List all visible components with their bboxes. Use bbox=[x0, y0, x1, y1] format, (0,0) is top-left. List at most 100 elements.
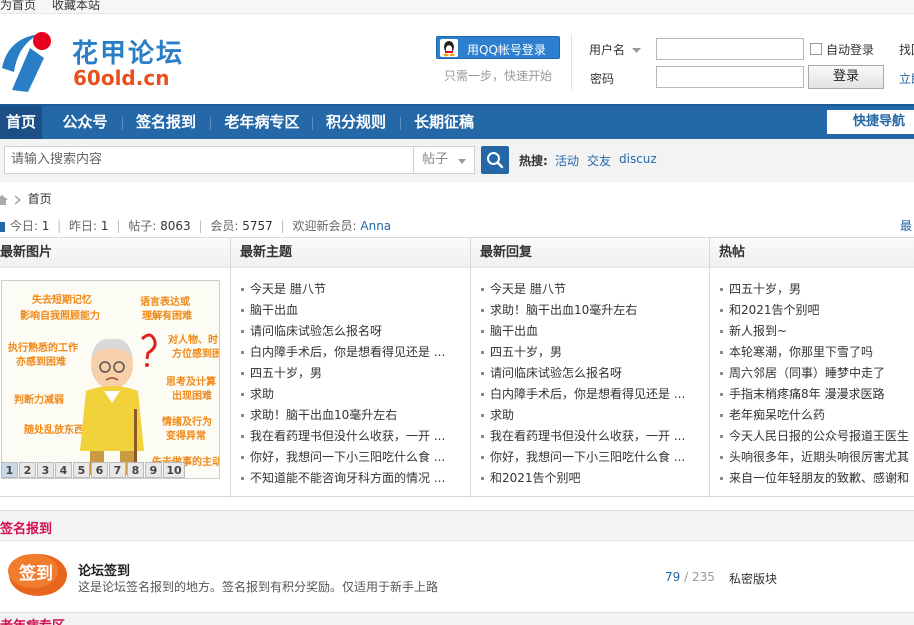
hot-post-link[interactable]: 今天人民日报的公众号报道王医生 bbox=[719, 426, 914, 447]
username-label: 用户名 bbox=[589, 41, 641, 58]
search-bar: 请输入搜索内容 帖子 热搜: 活动 交友 discuz bbox=[0, 139, 914, 182]
logo-title[interactable]: 花甲论坛 bbox=[72, 33, 184, 70]
portal-grid: 最新图片 最新主题 最新回复 热帖 失去短期记忆 影响自我照顾能力 语言表达或 … bbox=[0, 237, 914, 498]
logo-url[interactable]: 60old.cn bbox=[73, 66, 169, 90]
reply-link[interactable]: 请问临床试验怎么报名呀 bbox=[480, 363, 702, 384]
topic-link[interactable]: 你好，我想问一下小三阳吃什么食 ... bbox=[240, 447, 462, 468]
slideshow-page-button[interactable]: 8 bbox=[127, 462, 144, 478]
hot-post-link[interactable]: 和2021告个别吧 bbox=[719, 300, 914, 321]
hot-post-link[interactable]: 新人报到~ bbox=[719, 321, 914, 342]
hot-post-link[interactable]: 周六邻居（同事）睡梦中走了 bbox=[719, 363, 914, 384]
qq-login-button[interactable]: 用QQ帐号登录 bbox=[436, 36, 560, 59]
nav-call-for-papers[interactable]: 长期征稿 bbox=[408, 106, 480, 139]
hot-search-label: 热搜: bbox=[519, 154, 548, 168]
latest-replies-list: 今天是 腊八节 求助！脑干出血10毫升左右 脑干出血 四五十岁，男 请问临床试验怎么报名… bbox=[480, 279, 702, 489]
quick-nav-button[interactable]: 快捷导航 bbox=[827, 110, 914, 134]
auto-login-label[interactable]: 自动登录 bbox=[826, 41, 874, 58]
reply-link[interactable]: 今天是 腊八节 bbox=[480, 279, 702, 300]
qq-penguin-icon bbox=[440, 39, 458, 57]
hot-post-link[interactable]: 老年痴呆吃什么药 bbox=[719, 405, 914, 426]
today-count: 1 bbox=[41, 219, 50, 233]
reply-link[interactable]: 求助 bbox=[480, 405, 702, 426]
breadcrumb: 首页 bbox=[0, 190, 52, 207]
search-button[interactable] bbox=[481, 146, 509, 174]
find-password-link[interactable]: 找回 bbox=[899, 41, 914, 58]
image-slideshow[interactable]: 失去短期记忆 影响自我照顾能力 语言表达或 理解有困难 对人物、时 方位感到困 … bbox=[1, 280, 220, 479]
password-input[interactable] bbox=[656, 66, 804, 88]
reply-link[interactable]: 四五十岁，男 bbox=[480, 342, 702, 363]
latest-topics-list: 今天是 腊八节 脑干出血 请问临床试验怎么报名呀 白内障手术后，你是想看得见还是 ..… bbox=[240, 279, 462, 489]
reply-link[interactable]: 我在看药理书但没什么收获，一开 ... bbox=[480, 426, 702, 447]
register-link[interactable]: 立即 bbox=[899, 70, 914, 87]
welcome-label: 欢迎新会员: bbox=[292, 219, 357, 233]
next-section-title[interactable]: 老年病专区 bbox=[0, 615, 65, 625]
reply-link[interactable]: 脑干出血 bbox=[480, 321, 702, 342]
login-button[interactable]: 登录 bbox=[808, 65, 884, 89]
hot-link[interactable]: 活动 bbox=[555, 152, 579, 169]
password-label: 密码 bbox=[590, 72, 615, 86]
nav-divider bbox=[400, 117, 401, 130]
hot-post-link[interactable]: 手指末梢疼痛8年 漫漫求医路 bbox=[719, 384, 914, 405]
slideshow-pager: 1 2 3 4 5 6 7 8 9 10 bbox=[1, 462, 186, 479]
topic-link[interactable]: 我在看药理书但没什么收获，一开 ... bbox=[240, 426, 462, 447]
nav-home[interactable]: 首页 bbox=[0, 106, 42, 139]
reply-link[interactable]: 和2021告个别吧 bbox=[480, 468, 702, 489]
logo-icon[interactable] bbox=[0, 28, 62, 92]
hot-link[interactable]: 交友 bbox=[587, 152, 611, 169]
topic-link[interactable]: 求助 bbox=[240, 384, 462, 405]
topic-link[interactable]: 今天是 腊八节 bbox=[240, 279, 462, 300]
nav-points-rules[interactable]: 积分规则 bbox=[320, 106, 392, 139]
poster-text: 亦感到困难 bbox=[16, 355, 66, 368]
topic-link[interactable]: 求助！脑干出血10毫升左右 bbox=[240, 405, 462, 426]
breadcrumb-home[interactable]: 首页 bbox=[28, 192, 52, 206]
slideshow-page-button[interactable]: 6 bbox=[91, 462, 108, 478]
reply-link[interactable]: 求助！脑干出血10毫升左右 bbox=[480, 300, 702, 321]
home-icon[interactable] bbox=[0, 194, 8, 205]
topic-link[interactable]: 不知道能不能咨询牙科方面的情况 ... bbox=[240, 468, 462, 489]
latest-topics-header: 最新主题 bbox=[231, 238, 470, 268]
slideshow-page-button[interactable]: 9 bbox=[145, 462, 162, 478]
nav-checkin[interactable]: 签名报到 bbox=[130, 106, 202, 139]
qq-login-hint: 只需一步，快速开始 bbox=[444, 69, 553, 83]
nav-divider bbox=[210, 117, 211, 130]
nav-official-account[interactable]: 公众号 bbox=[52, 106, 118, 139]
slideshow-page-button[interactable]: 10 bbox=[163, 462, 185, 478]
nav-elderly-disease[interactable]: 老年病专区 bbox=[218, 106, 306, 139]
slideshow-page-button[interactable]: 5 bbox=[73, 462, 90, 478]
topic-link[interactable]: 白内障手术后，你是想看得见还是 ... bbox=[240, 342, 462, 363]
section-title[interactable]: 签名报到 bbox=[0, 518, 52, 537]
search-scope-select[interactable]: 帖子 bbox=[413, 146, 475, 174]
hot-post-link[interactable]: 来自一位年轻朋友的致歉、感谢和 bbox=[719, 468, 914, 489]
bookmark-link[interactable]: 收藏本站 bbox=[52, 0, 100, 13]
topic-link[interactable]: 请问临床试验怎么报名呀 bbox=[240, 321, 462, 342]
forum-counts: 79 / 235 bbox=[665, 570, 715, 584]
slideshow-page-button[interactable]: 1 bbox=[1, 462, 18, 478]
forum-name[interactable]: 论坛签到 bbox=[78, 560, 130, 579]
hot-posts-header: 热帖 bbox=[710, 238, 914, 268]
username-input[interactable] bbox=[656, 38, 804, 60]
topic-link[interactable]: 脑干出血 bbox=[240, 300, 462, 321]
hot-post-link[interactable]: 本轮寒潮，你那里下雪了吗 bbox=[719, 342, 914, 363]
latest-link[interactable]: 最 bbox=[900, 217, 912, 234]
poster-text: 影响自我照顾能力 bbox=[20, 309, 100, 322]
slideshow-page-button[interactable]: 3 bbox=[37, 462, 54, 478]
reply-link[interactable]: 你好，我想问一下小三阳吃什么食 ... bbox=[480, 447, 702, 468]
new-member-link[interactable]: Anna bbox=[360, 219, 391, 233]
search-input[interactable]: 请输入搜索内容 bbox=[4, 146, 414, 174]
slideshow-page-button[interactable]: 7 bbox=[109, 462, 126, 478]
checkin-forum-icon[interactable]: 签到 bbox=[5, 551, 69, 597]
poster-text: 对人物、时 bbox=[168, 333, 218, 346]
auto-login-checkbox[interactable] bbox=[810, 43, 822, 55]
topic-link[interactable]: 四五十岁，男 bbox=[240, 363, 462, 384]
reply-link[interactable]: 白内障手术后，你是想看得见还是 ... bbox=[480, 384, 702, 405]
set-home-link[interactable]: 设为首页 bbox=[0, 0, 36, 13]
latest-replies-header: 最新回复 bbox=[471, 238, 709, 268]
members-count: 5757 bbox=[242, 219, 273, 233]
caret-down-icon[interactable] bbox=[631, 47, 641, 54]
hot-post-link[interactable]: 四五十岁，男 bbox=[719, 279, 914, 300]
hot-link[interactable]: discuz bbox=[619, 152, 657, 166]
header-divider bbox=[571, 34, 572, 90]
slideshow-page-button[interactable]: 2 bbox=[19, 462, 36, 478]
slideshow-page-button[interactable]: 4 bbox=[55, 462, 72, 478]
hot-post-link[interactable]: 头响很多年，近期头响很厉害尤其 bbox=[719, 447, 914, 468]
